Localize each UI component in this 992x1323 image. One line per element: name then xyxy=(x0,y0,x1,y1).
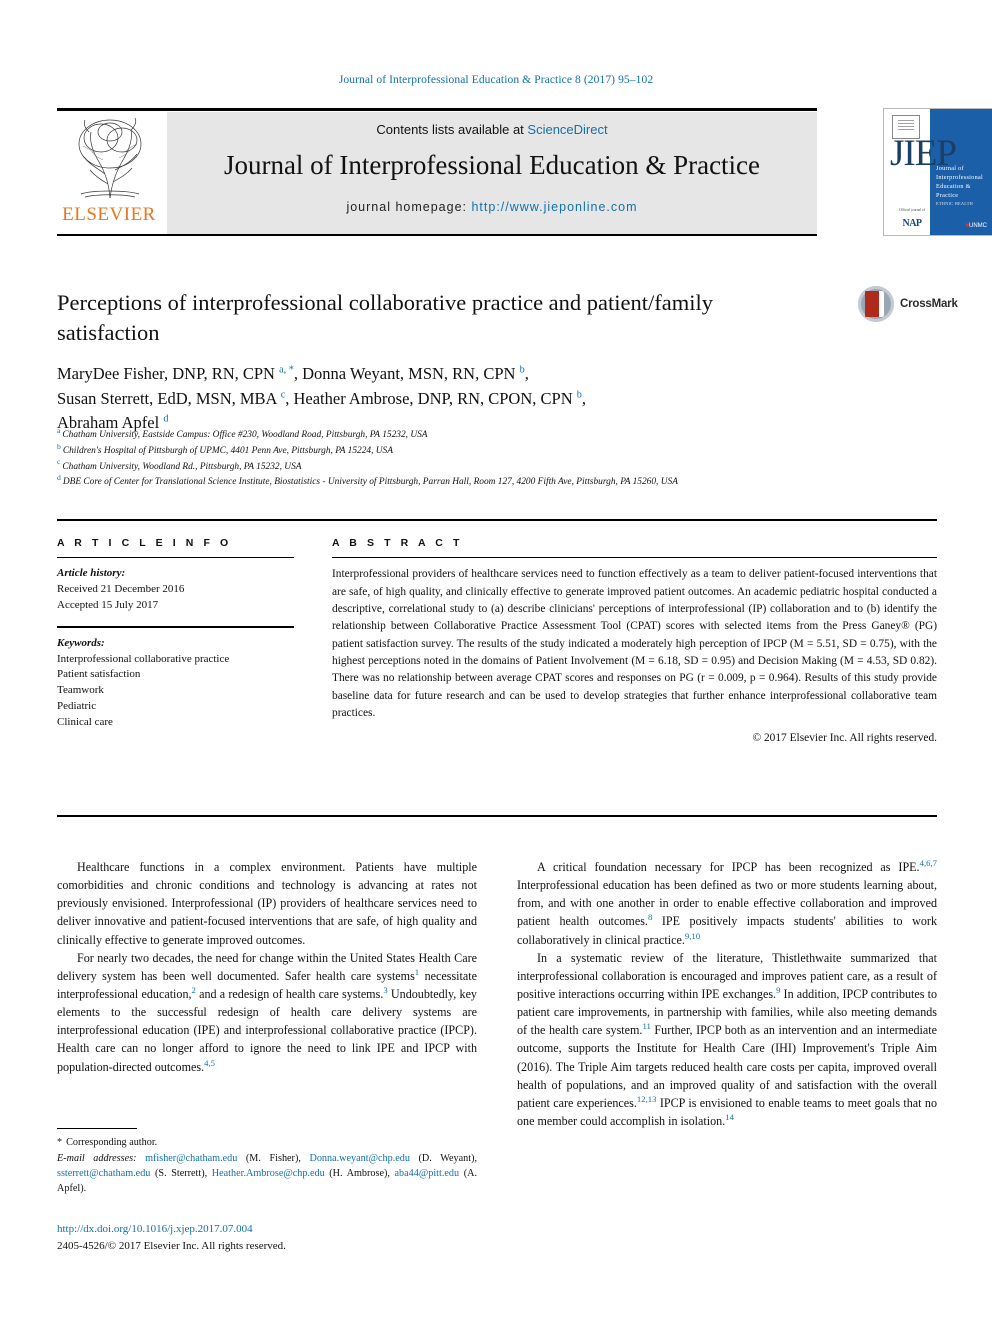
paper-page: Journal of Interprofessional Education &… xyxy=(0,0,992,1323)
keyword-item: Teamwork xyxy=(57,684,104,697)
affiliation-item: c Chatham University, Woodland Rd., Pitts… xyxy=(57,457,937,476)
abstract-heading: A B S T R A C T xyxy=(332,537,463,549)
masthead-panel: Contents lists available at ScienceDirec… xyxy=(167,112,817,234)
elsevier-wordmark: ELSEVIER xyxy=(62,204,156,225)
contents-prefix: Contents lists available at xyxy=(376,122,528,137)
journal-title: Journal of Interprofessional Education &… xyxy=(223,150,761,180)
abstract-text: Interprofessional providers of healthcar… xyxy=(332,568,937,720)
asterisk-icon: * xyxy=(57,1137,63,1149)
affiliation-item: d DBE Core of Center for Translational Sc… xyxy=(57,473,937,491)
keywords-rule xyxy=(57,626,294,628)
affiliation-list: a Chatham University, Eastside Campus: Of… xyxy=(57,425,937,491)
journal-homepage-line: journal homepage: http://www.jieponline.… xyxy=(167,200,817,214)
email-addresses-label: E-mail addresses: xyxy=(57,1152,137,1164)
cover-partner-label: UNMC xyxy=(969,223,987,229)
corresponding-author-note: * Corresponding author. xyxy=(57,1135,477,1150)
cover-nap-label: Official journal of xyxy=(898,208,926,212)
cover-subtitle: Journal of Interprofessional Education &… xyxy=(936,165,984,199)
sciencedirect-link[interactable]: ScienceDirect xyxy=(527,122,607,137)
section-top-rule xyxy=(57,519,937,522)
elsevier-logo: ELSEVIER xyxy=(57,114,162,234)
journal-cover-thumbnail: JIEP Journal of Interprofessional Educat… xyxy=(883,108,992,236)
affiliation-text: DBE Core of Center for Translational Sci… xyxy=(62,477,678,488)
affiliation-mark: b xyxy=(57,441,61,451)
keyword-item: Clinical care xyxy=(57,716,113,729)
elsevier-tree-icon xyxy=(65,114,155,202)
affiliation-text: Children's Hospital of Pittsburgh of UPM… xyxy=(62,445,393,456)
article-info-heading: A R T I C L E I N F O xyxy=(57,537,232,549)
affiliation-text: Chatham University, Woodland Rd., Pittsb… xyxy=(62,461,302,472)
page-title: Perceptions of interprofessional collabo… xyxy=(57,290,714,345)
journal-homepage-link[interactable]: http://www.jieponline.com xyxy=(471,200,637,214)
doi-block: http://dx.doi.org/10.1016/j.xjep.2017.07… xyxy=(57,1221,477,1255)
cover-nap-badge: NAP xyxy=(902,218,922,229)
article-history-group: Article history: Received 21 December 20… xyxy=(57,566,294,614)
cover-subtitle-small: ETHNIC HEALTH xyxy=(936,201,973,206)
crossmark-badge[interactable]: CrossMark xyxy=(858,286,958,326)
affiliation-mark: c xyxy=(57,457,61,467)
affiliation-text: Chatham University, Eastside Campus: Off… xyxy=(62,430,428,440)
keywords-group: Keywords: Interprofessional collaborativ… xyxy=(57,636,294,732)
email-addresses-note: E-mail addresses: mfisher@chatham.edu (M… xyxy=(57,1151,477,1197)
abstract-copyright: © 2017 Elsevier Inc. All rights reserved… xyxy=(752,732,937,745)
body-paragraph: In a systematic review of the literature… xyxy=(517,950,938,1128)
affiliation-mark: d xyxy=(57,473,61,483)
author-list: MaryDee Fisher, DNP, RN, CPN a, *, Donna… xyxy=(57,363,586,433)
section-bottom-rule xyxy=(57,815,937,818)
keyword-item: Interprofessional collaborative practice xyxy=(57,652,230,665)
affiliation-mark: a xyxy=(57,425,61,435)
cover-nap-block: Official journal of NAP xyxy=(890,208,934,231)
body-paragraph: For nearly two decades, the need for cha… xyxy=(57,950,477,1074)
footnote-block: * Corresponding author. E-mail addresses:… xyxy=(57,1128,477,1197)
doi-link[interactable]: http://dx.doi.org/10.1016/j.xjep.2017.07… xyxy=(57,1221,477,1238)
article-history-label: Article history: xyxy=(57,567,126,580)
footnote-rule xyxy=(57,1128,137,1130)
body-column-right: A critical foundation necessary for IPCP… xyxy=(517,858,937,1130)
body-paragraph: Healthcare functions in a complex enviro… xyxy=(57,860,477,947)
corresponding-author-label: Corresponding author. xyxy=(66,1137,158,1149)
crossmark-book-icon xyxy=(865,291,884,317)
affiliation-item: b Children's Hospital of Pittsburgh of UP… xyxy=(57,441,937,460)
keywords-label: Keywords: xyxy=(57,636,105,649)
masthead-bottom-rule xyxy=(57,234,817,236)
keyword-item: Pediatric xyxy=(57,700,97,713)
keyword-item: Patient satisfaction xyxy=(57,668,141,681)
affiliation-item: a Chatham University, Eastside Campus: Of… xyxy=(57,425,937,444)
contents-line: Contents lists available at ScienceDirec… xyxy=(167,122,817,137)
article-history-accepted: Accepted 15 July 2017 xyxy=(57,599,159,612)
cover-partner-mark: ■UNMC xyxy=(965,223,987,229)
crossmark-label: CrossMark xyxy=(900,298,958,310)
title-block: Perceptions of interprofessional collabo… xyxy=(57,288,757,436)
crossmark-disc-icon xyxy=(858,286,894,322)
article-info-rule xyxy=(57,557,294,559)
article-history-received: Received 21 December 2016 xyxy=(57,583,185,596)
running-head: Journal of Interprofessional Education &… xyxy=(338,74,654,86)
abstract-rule xyxy=(332,557,937,559)
body-paragraph: A critical foundation necessary for IPCP… xyxy=(517,857,937,947)
journal-masthead: ELSEVIER Contents lists available at Sci… xyxy=(57,108,992,236)
body-column-left: Healthcare functions in a complex enviro… xyxy=(57,858,477,1076)
masthead-top-rule xyxy=(57,108,817,111)
article-info-column: A R T I C L E I N F O Article history: R… xyxy=(57,537,294,743)
homepage-prefix: journal homepage: xyxy=(346,200,472,214)
issn-copyright-line: 2405-4526/© 2017 Elsevier Inc. All right… xyxy=(57,1240,286,1253)
abstract-column: A B S T R A C T Interprofessional provid… xyxy=(332,537,937,744)
